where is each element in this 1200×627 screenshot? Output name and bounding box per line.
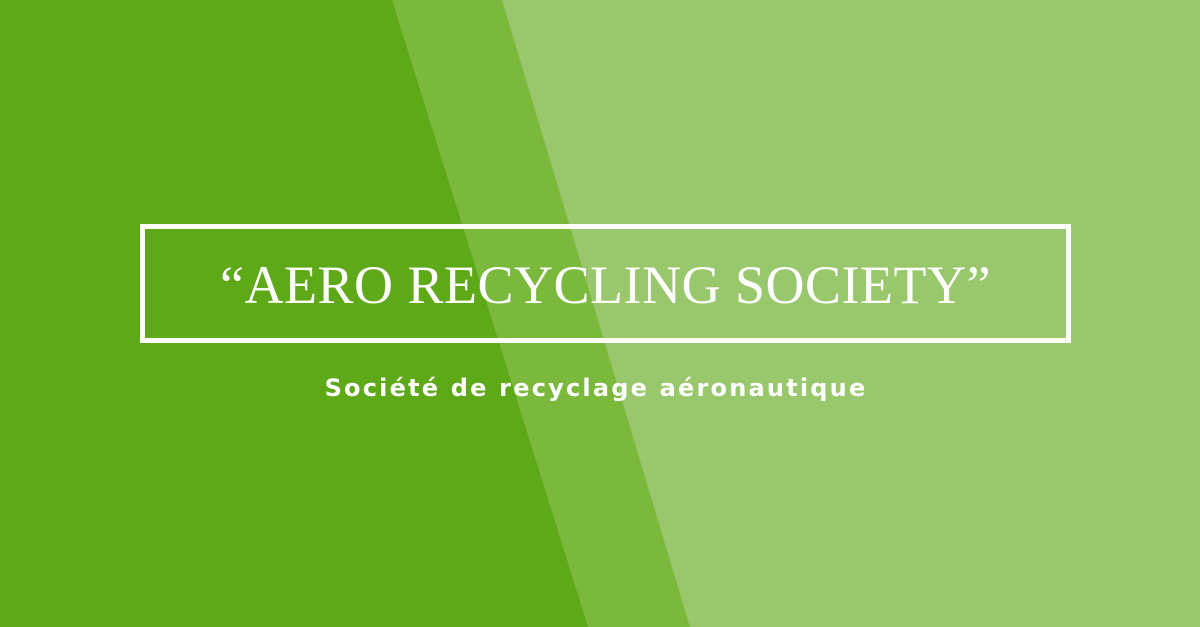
page-title: “AERO RECYCLING SOCIETY” bbox=[220, 254, 991, 315]
subtitle: Société de recyclage aéronautique bbox=[324, 374, 868, 402]
banner: “AERO RECYCLING SOCIETY” Société de recy… bbox=[0, 0, 1200, 627]
title-frame: “AERO RECYCLING SOCIETY” bbox=[140, 224, 1071, 343]
